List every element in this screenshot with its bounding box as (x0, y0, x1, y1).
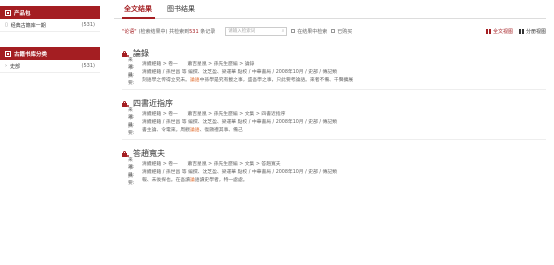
lock-icon (122, 50, 129, 57)
lock-icon (122, 150, 129, 157)
view-switcher: 全文视图 分册视图 (480, 28, 546, 35)
sidebar-item-classic[interactable]: ▯ 经典古籍库一期 (531) (0, 19, 100, 32)
sidebar-item-label: 经典古籍库一期 (10, 22, 46, 29)
checkbox-purchased[interactable]: 已购买 (331, 28, 352, 35)
query-sub-prefix: (检索结果中) (138, 28, 168, 35)
result-item: 四書近指序 来 源: 清續經籍 > 卷一 蕭吉星凰 > 孫先生歷編 > 文集 >… (114, 98, 546, 140)
result-source: 来 源: 清續經籍 > 卷一 蕭吉星凰 > 孫先生歷編 > 文集 > 四書近指序 (128, 108, 546, 120)
result-book: 书 目: 清續經籍 / 孫世昌 等 編撰、沈芝盈、梁運華 點校 / 中華書局 /… (128, 116, 546, 128)
view-split-label: 分册视图 (525, 28, 546, 35)
excerpt-value: 報、未後探也。在吾讀論語讀史學者，特一處處。 (142, 176, 248, 183)
tab-bar: 全文结果 图书结果 (114, 0, 546, 19)
document-icon: ▯ (5, 22, 8, 28)
package-icon (5, 9, 11, 16)
search-placeholder: 请输入检索词 (228, 29, 256, 34)
source-value[interactable]: 清續經籍 > 卷一 蕭吉星凰 > 孫先生歷編 > 論錄 (142, 60, 254, 67)
source-value[interactable]: 清續經籍 > 卷一 蕭吉星凰 > 孫先生歷編 > 文集 > 四書近指序 (142, 110, 285, 117)
query-sub-mid: 共检索到 (167, 28, 190, 35)
sidebar-item-label: 史部 (10, 63, 21, 70)
excerpt-text: 語讀史學者，特一處處。 (194, 177, 248, 183)
excerpt-label: 摘 要: (128, 74, 138, 86)
excerpt-text: 書主論、令電來。周觀 (142, 127, 190, 133)
sidebar-item-history[interactable]: › 史部 (531) (0, 60, 100, 73)
grid-icon (5, 50, 11, 57)
view-split-button[interactable]: 分册视图 (518, 28, 546, 35)
query-sub-suffix: 条记录 (198, 28, 216, 35)
result-title[interactable]: 論錄 (122, 48, 546, 59)
checkbox-label: 已购买 (337, 28, 353, 35)
list-view-icon (485, 28, 491, 34)
result-item: 論錄 来 源: 清續經籍 > 卷一 蕭吉星凰 > 孫先生歷編 > 論錄 书 目:… (114, 48, 546, 90)
excerpt-text: 中孫學是究有載之事，盛吾學之事，只此要考論語。來者不備、千聲擴展 (199, 77, 354, 83)
sidebar-header-product: 产品包 (0, 6, 100, 19)
main-content: 全文结果 图书结果 "论语" (检索结果中) 共检索到531 条记录 请输入检索… (114, 0, 546, 186)
lock-icon (122, 100, 129, 107)
book-value: 清續經籍 / 孫世昌 等 編撰、沈芝盈、梁運華 點校 / 中華書局 / 2008… (142, 69, 337, 75)
excerpt-highlight: 論語 (189, 77, 200, 83)
excerpt-label: 摘 要: (128, 124, 138, 136)
search-input[interactable]: 请输入检索词 ⌕ (225, 26, 288, 36)
sidebar-header-label: 古籍书库分类 (14, 51, 48, 58)
result-excerpt: 摘 要: 報、未後探也。在吾讀論語讀史學者，特一處處。 (128, 174, 546, 186)
book-value: 清續經籍 / 孫世昌 等 編撰、沈芝盈、梁運華 點校 / 中華書局 / 2008… (142, 119, 337, 125)
view-full-label: 全文视图 (492, 28, 513, 35)
excerpt-value: 刻語學之传得立究未。論語中孫學是究有載之事，盛吾學之事，只此要考論語。來者不備、… (142, 76, 353, 83)
query-summary: (检索结果中) 共检索到531 条记录 (139, 28, 216, 35)
checkbox-label: 在结果中检索 (297, 28, 328, 35)
sidebar-item-count: (531) (81, 22, 95, 28)
view-full-button[interactable]: 全文视图 (485, 28, 513, 35)
excerpt-text: 、復顯禮其事、備己 (199, 127, 243, 133)
result-book: 书 目: 清續經籍 / 孫世昌 等 編撰、沈芝盈、梁運華 點校 / 中華書局 /… (128, 66, 546, 78)
book-value: 清續經籍 / 孫世昌 等 編撰、沈芝盈、梁運華 點校 / 中華書局 / 2008… (142, 169, 337, 175)
checkbox-box[interactable] (291, 29, 296, 33)
excerpt-highlight: 論語 (189, 127, 200, 133)
sidebar-header-label: 产品包 (14, 10, 31, 17)
chevron-right-icon: › (5, 63, 7, 69)
source-value[interactable]: 清續經籍 > 卷一 蕭吉星凰 > 孫先生歷編 > 文集 > 答趙寬夫 (142, 160, 281, 167)
search-icon[interactable]: ⌕ (282, 28, 285, 34)
grid-view-icon (518, 28, 524, 34)
sidebar: 产品包 ▯ 经典古籍库一期 (531) 古籍书库分类 › 史部 (531) (0, 0, 100, 73)
result-item: 答趙寬夫 来 源: 清續經籍 > 卷一 蕭吉星凰 > 孫先生歷編 > 文集 > … (114, 148, 546, 186)
tab-books[interactable]: 图书结果 (157, 4, 200, 18)
query-term: "论语" (122, 28, 137, 35)
result-title[interactable]: 答趙寬夫 (122, 148, 546, 159)
sidebar-item-count: (531) (81, 63, 95, 69)
result-source: 来 源: 清續經籍 > 卷一 蕭吉星凰 > 孫先生歷編 > 論錄 (128, 58, 546, 70)
result-count: 531 (189, 28, 199, 35)
result-title[interactable]: 四書近指序 (122, 98, 546, 109)
result-excerpt: 摘 要: 書主論、令電來。周觀論語、復顯禮其事、備己 (128, 124, 546, 136)
checkbox-in-results[interactable]: 在结果中检索 (291, 28, 327, 35)
filter-row: "论语" (检索结果中) 共检索到531 条记录 请输入检索词 ⌕ 在结果中检索… (114, 23, 546, 39)
checkbox-box[interactable] (331, 29, 336, 33)
result-source: 来 源: 清續經籍 > 卷一 蕭吉星凰 > 孫先生歷編 > 文集 > 答趙寬夫 (128, 158, 546, 170)
result-excerpt: 摘 要: 刻語學之传得立究未。論語中孫學是究有載之事，盛吾學之事，只此要考論語。… (128, 74, 546, 86)
result-book: 书 目: 清續經籍 / 孫世昌 等 編撰、沈芝盈、梁運華 點校 / 中華書局 /… (128, 166, 546, 178)
tab-fulltext[interactable]: 全文结果 (114, 4, 157, 19)
excerpt-label: 摘 要: (128, 174, 138, 186)
excerpt-text: 報、未後探也。在吾讀 (142, 177, 190, 183)
excerpt-value: 書主論、令電來。周觀論語、復顯禮其事、備己 (142, 126, 243, 133)
sidebar-header-category: 古籍书库分类 (0, 47, 100, 60)
excerpt-text: 刻語學之传得立究未。 (142, 77, 190, 83)
